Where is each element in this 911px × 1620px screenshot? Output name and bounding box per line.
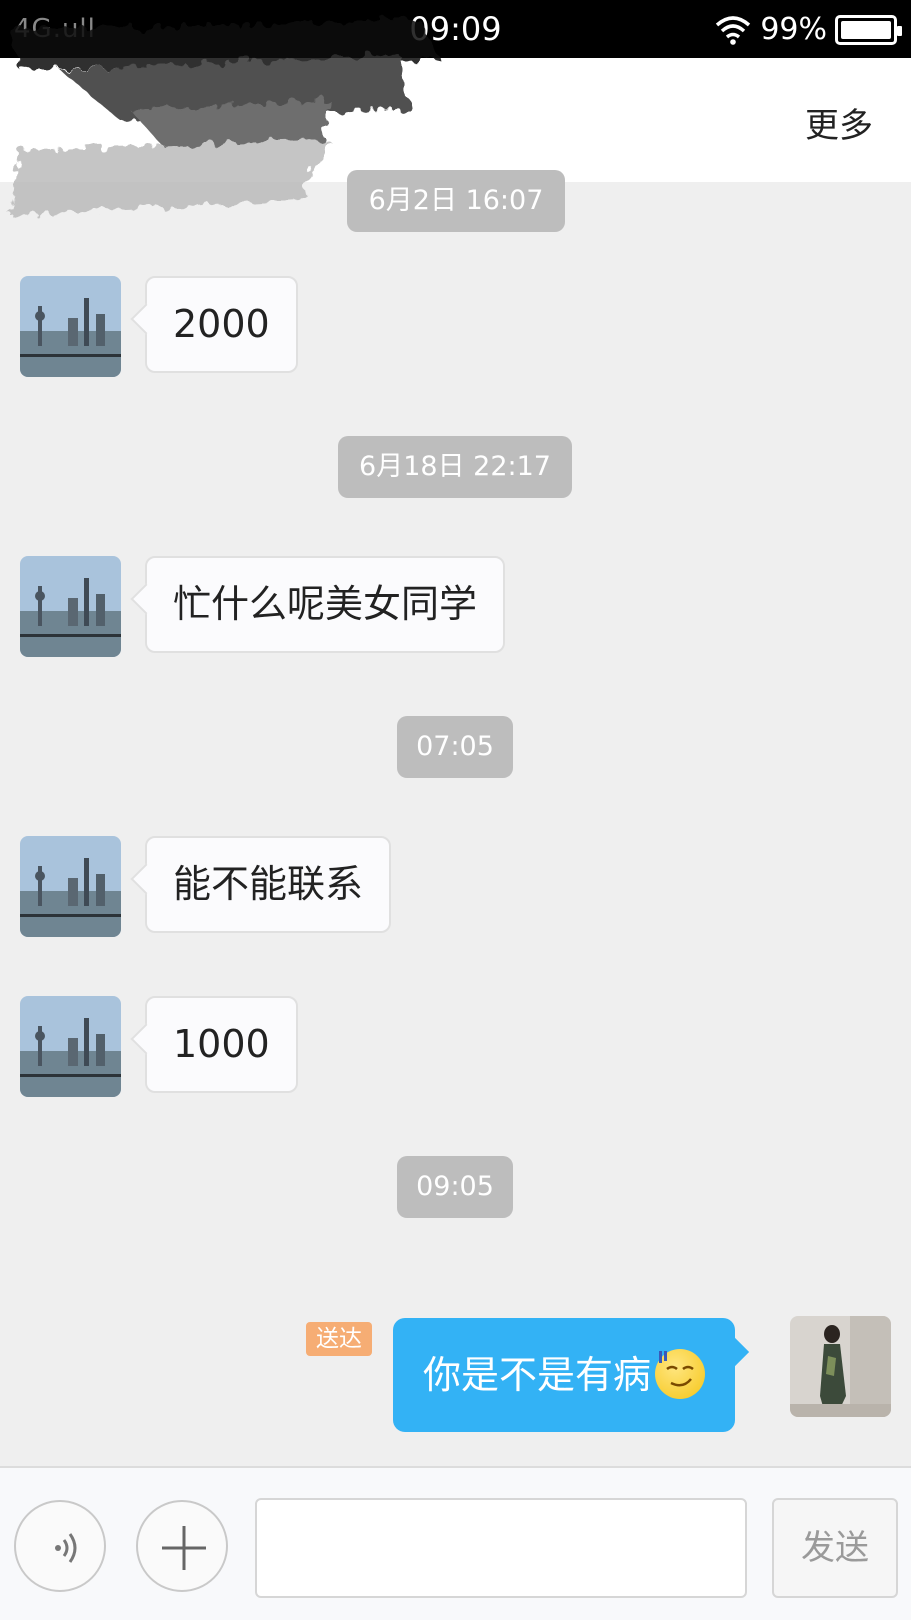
timestamp: 6月18日 22:17 bbox=[338, 436, 572, 498]
city-skyline-avatar bbox=[20, 276, 121, 377]
outgoing-message[interactable]: 你是不是有病 bbox=[393, 1318, 736, 1432]
outgoing-message-text: 你是不是有病 bbox=[423, 1353, 652, 1397]
send-button[interactable]: 发送 bbox=[772, 1498, 898, 1598]
avatar[interactable] bbox=[20, 996, 121, 1097]
more-button[interactable]: 更多 bbox=[805, 98, 873, 147]
chat-area[interactable]: 6月2日 16:07 2000 6月18日 22:17 忙什么呢美女同学 07:… bbox=[0, 170, 911, 1466]
timestamp: 6月2日 16:07 bbox=[347, 170, 565, 232]
my-avatar[interactable] bbox=[790, 1316, 891, 1417]
message-input[interactable] bbox=[255, 1498, 747, 1598]
status-right: 99% bbox=[714, 12, 902, 47]
voice-button[interactable] bbox=[14, 1500, 106, 1592]
timestamp: 07:05 bbox=[397, 716, 513, 778]
add-button[interactable] bbox=[136, 1500, 228, 1592]
incoming-message[interactable]: 1000 bbox=[145, 996, 298, 1093]
battery-fill bbox=[841, 20, 891, 39]
avatar[interactable] bbox=[20, 836, 121, 937]
city-skyline-avatar bbox=[20, 996, 121, 1097]
battery-percent: 99% bbox=[760, 12, 827, 47]
battery-icon bbox=[835, 14, 902, 45]
voice-icon bbox=[55, 1533, 77, 1563]
photo-avatar bbox=[790, 1316, 891, 1417]
city-skyline-avatar bbox=[20, 836, 121, 937]
incoming-message[interactable]: 2000 bbox=[145, 276, 298, 373]
status-bar: 4G.ull 09:09 99% bbox=[0, 0, 911, 58]
input-bar: 发送 bbox=[0, 1466, 911, 1620]
timestamp: 09:05 bbox=[397, 1156, 513, 1218]
city-skyline-avatar bbox=[20, 556, 121, 657]
incoming-message[interactable]: 忙什么呢美女同学 bbox=[145, 556, 506, 653]
chat-header: 更多 bbox=[0, 58, 911, 182]
delivered-badge: 送达 bbox=[306, 1322, 372, 1356]
incoming-message[interactable]: 能不能联系 bbox=[145, 836, 392, 933]
plus-icon bbox=[162, 1526, 206, 1570]
avatar[interactable] bbox=[20, 556, 121, 657]
smirk-emoji-icon bbox=[655, 1348, 706, 1399]
wifi-icon bbox=[716, 15, 751, 45]
avatar[interactable] bbox=[20, 276, 121, 377]
